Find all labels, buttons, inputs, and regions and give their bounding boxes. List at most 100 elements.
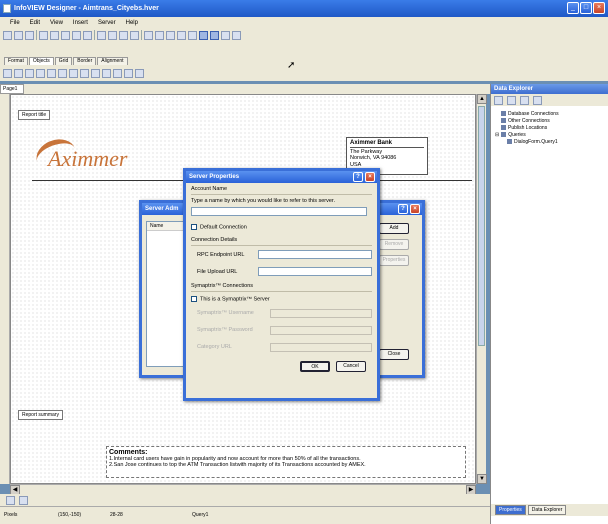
- tree-item[interactable]: DialogForm.Query1: [495, 138, 559, 145]
- database-icon: [501, 111, 506, 116]
- data-explorer-title: Data Explorer: [491, 84, 608, 94]
- rpc-url-input[interactable]: [257, 250, 372, 260]
- grid-icon[interactable]: [199, 30, 208, 40]
- menu-file[interactable]: File: [10, 20, 20, 26]
- refresh-icon[interactable]: [507, 95, 516, 105]
- symaptrix-server-checkbox[interactable]: This is a Symaptrix™ Server: [191, 296, 372, 303]
- help-icon[interactable]: [221, 30, 230, 40]
- map-tool-icon[interactable]: [113, 68, 122, 78]
- maximize-button[interactable]: □: [580, 2, 592, 14]
- subreport-tool-icon[interactable]: [135, 68, 144, 78]
- tree-item[interactable]: Publish Locations: [495, 124, 559, 131]
- horizontal-scrollbar[interactable]: ◀ ▶: [10, 484, 476, 495]
- properties-button[interactable]: Properties: [379, 255, 409, 266]
- minimize-button[interactable]: _: [567, 2, 579, 14]
- file-upload-url-input[interactable]: [257, 267, 372, 277]
- tab-format[interactable]: Format: [4, 57, 28, 65]
- label-tool-icon[interactable]: [14, 68, 23, 78]
- checkbox[interactable]: [191, 224, 197, 230]
- paste-icon[interactable]: [119, 30, 128, 40]
- tab-properties[interactable]: Properties: [495, 505, 526, 515]
- delete-icon[interactable]: [130, 30, 139, 40]
- tab-data-explorer[interactable]: Data Explorer: [527, 505, 567, 515]
- menu-view[interactable]: View: [50, 20, 63, 26]
- print-icon[interactable]: [39, 30, 48, 40]
- page-icon[interactable]: [61, 30, 70, 40]
- collapse-icon[interactable]: ⊟: [495, 132, 499, 138]
- properties-icon[interactable]: [533, 95, 542, 105]
- symaptrix-username-input[interactable]: [269, 308, 372, 318]
- help-button[interactable]: ?: [353, 172, 363, 182]
- add-button[interactable]: Add: [379, 223, 409, 234]
- new-icon[interactable]: [3, 30, 12, 40]
- scroll-up-icon[interactable]: ▲: [477, 94, 487, 104]
- barcode-tool-icon[interactable]: [91, 68, 100, 78]
- copy-icon[interactable]: [108, 30, 117, 40]
- undo-icon[interactable]: [72, 30, 81, 40]
- form-tool-icon[interactable]: [124, 68, 133, 78]
- open-icon[interactable]: [14, 30, 23, 40]
- scroll-down-icon[interactable]: ▼: [477, 474, 487, 484]
- server-list[interactable]: Name: [146, 221, 186, 367]
- tab-border[interactable]: Border: [73, 57, 97, 65]
- tab-grid[interactable]: Grid: [54, 57, 73, 65]
- chart-tool-icon[interactable]: [36, 68, 45, 78]
- gauge-tool-icon[interactable]: [102, 68, 111, 78]
- redo-icon[interactable]: [83, 30, 92, 40]
- align-right-icon[interactable]: [166, 30, 175, 40]
- logo[interactable]: Aximmer: [48, 146, 127, 172]
- connect-icon[interactable]: [494, 95, 503, 105]
- symaptrix-password-input[interactable]: [269, 325, 372, 335]
- close-button[interactable]: ×: [410, 204, 420, 214]
- select-tool-icon[interactable]: [3, 68, 12, 78]
- toolbar-separator: [94, 30, 95, 40]
- vertical-scrollbar[interactable]: ▲ ▼: [476, 94, 487, 484]
- save-icon[interactable]: [25, 30, 34, 40]
- default-connection-checkbox[interactable]: Default Connection: [191, 224, 372, 230]
- preview-mode-icon[interactable]: [6, 495, 15, 505]
- tree-item[interactable]: Database Connections: [495, 110, 559, 117]
- tab-objects[interactable]: Objects: [28, 57, 54, 65]
- delete-icon[interactable]: [520, 95, 529, 105]
- menu-server[interactable]: Server: [98, 20, 116, 26]
- account-name-input[interactable]: [191, 207, 367, 216]
- close-dialog-button[interactable]: Close: [379, 349, 409, 360]
- close-button[interactable]: ×: [593, 2, 605, 14]
- report-title-band[interactable]: Report title: [18, 110, 51, 120]
- text-tool-icon[interactable]: [25, 68, 34, 78]
- comments-box[interactable]: Comments: 1.Internal card users have gai…: [106, 446, 466, 478]
- connection-icon: [501, 118, 506, 123]
- help-button[interactable]: ?: [398, 204, 408, 214]
- tree-item[interactable]: ⊟ Queries: [495, 131, 559, 138]
- design-mode-icon[interactable]: [19, 495, 28, 505]
- remove-button[interactable]: Remove: [379, 239, 409, 250]
- scroll-thumb[interactable]: [478, 106, 485, 346]
- group-icon[interactable]: [177, 30, 186, 40]
- menu-insert[interactable]: Insert: [73, 20, 88, 26]
- image-tool-icon[interactable]: [47, 68, 56, 78]
- preview-icon[interactable]: [50, 30, 59, 40]
- snap-icon[interactable]: [210, 30, 219, 40]
- account-name-hint: Type a name by which you would like to r…: [191, 198, 335, 204]
- line-tool-icon[interactable]: [58, 68, 67, 78]
- tree-item[interactable]: Other Connections: [495, 117, 559, 124]
- report-summary-band[interactable]: Report summary: [18, 410, 63, 420]
- align-center-icon[interactable]: [155, 30, 164, 40]
- category-url-input[interactable]: [269, 342, 372, 352]
- cut-icon[interactable]: [97, 30, 106, 40]
- ok-button[interactable]: OK: [300, 360, 330, 372]
- align-left-icon[interactable]: [144, 30, 153, 40]
- close-button[interactable]: ×: [365, 172, 375, 182]
- table-tool-icon[interactable]: [80, 68, 89, 78]
- menu-help[interactable]: Help: [126, 20, 138, 26]
- ungroup-icon[interactable]: [188, 30, 197, 40]
- box-tool-icon[interactable]: [69, 68, 78, 78]
- tab-alignment[interactable]: Alignment: [97, 57, 128, 65]
- menu-edit[interactable]: Edit: [30, 20, 40, 26]
- server-list-header: Name: [147, 222, 185, 231]
- tab-page1[interactable]: Page1: [0, 84, 24, 94]
- pointer-icon[interactable]: [232, 30, 241, 40]
- checkbox[interactable]: [191, 296, 197, 303]
- queries-icon: [501, 132, 507, 137]
- cancel-button[interactable]: Cancel: [336, 360, 366, 372]
